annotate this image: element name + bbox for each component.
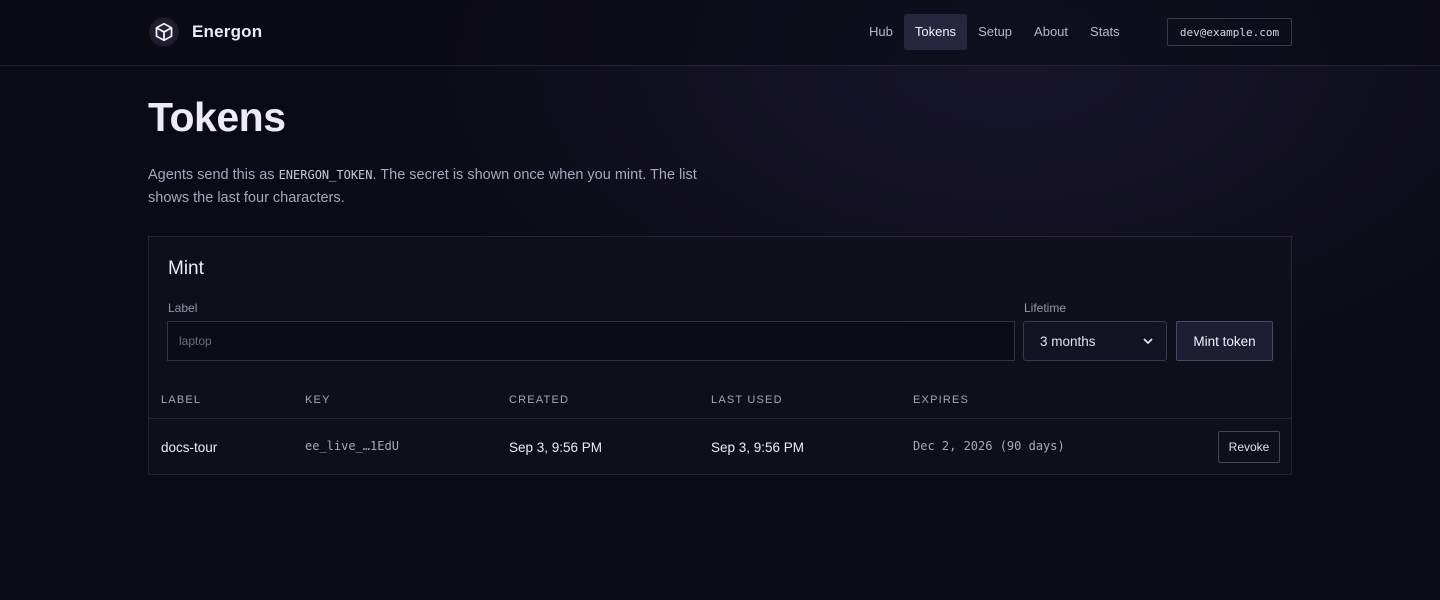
top-navigation-bar: Energon Hub Tokens Setup About Stats dev…	[0, 0, 1440, 66]
brand[interactable]: Energon	[149, 16, 262, 48]
main-nav: Hub Tokens Setup About Stats	[858, 14, 1131, 50]
description-text: Agents send this as	[148, 167, 279, 183]
token-label-cell: docs-tour	[161, 440, 218, 455]
table-header-divider	[149, 418, 1291, 419]
revoke-button[interactable]: Revoke	[1218, 431, 1280, 463]
token-expires-cell: Dec 2, 2026 (90 days)	[913, 439, 1065, 453]
mint-token-button[interactable]: Mint token	[1176, 321, 1273, 361]
column-header-created: CREATED	[509, 394, 570, 406]
chevron-down-icon	[1142, 335, 1154, 347]
page-title: Tokens	[148, 94, 286, 140]
mint-panel-title: Mint	[168, 258, 204, 279]
lifetime-field-label: Lifetime	[1024, 301, 1067, 315]
nav-tokens[interactable]: Tokens	[903, 14, 968, 50]
label-input[interactable]	[167, 321, 1015, 361]
nav-stats[interactable]: Stats	[1079, 14, 1131, 50]
token-key-cell: ee_live_…1EdU	[305, 439, 399, 453]
cube-icon	[149, 17, 179, 47]
env-var-name: ENERGON_TOKEN	[278, 168, 373, 182]
page-description: Agents send this as ENERGON_TOKEN. The s…	[148, 164, 728, 210]
token-last-used-cell: Sep 3, 9:56 PM	[711, 440, 805, 455]
user-account-button[interactable]: dev@example.com	[1167, 18, 1292, 46]
column-header-key: KEY	[305, 394, 331, 406]
mint-token-panel: Mint Label Lifetime 3 months Mint token …	[148, 236, 1292, 475]
label-field-label: Label	[168, 301, 198, 315]
column-header-expires: EXPIRES	[913, 394, 970, 406]
nav-about[interactable]: About	[1023, 14, 1079, 50]
column-header-label: LABEL	[161, 394, 202, 406]
column-header-last-used: LAST USED	[711, 394, 783, 406]
lifetime-select[interactable]: 3 months	[1023, 321, 1167, 361]
token-created-cell: Sep 3, 9:56 PM	[509, 440, 603, 455]
nav-setup[interactable]: Setup	[967, 14, 1023, 50]
lifetime-selected-value: 3 months	[1040, 333, 1096, 349]
brand-name: Energon	[192, 22, 263, 41]
nav-hub[interactable]: Hub	[858, 14, 904, 50]
